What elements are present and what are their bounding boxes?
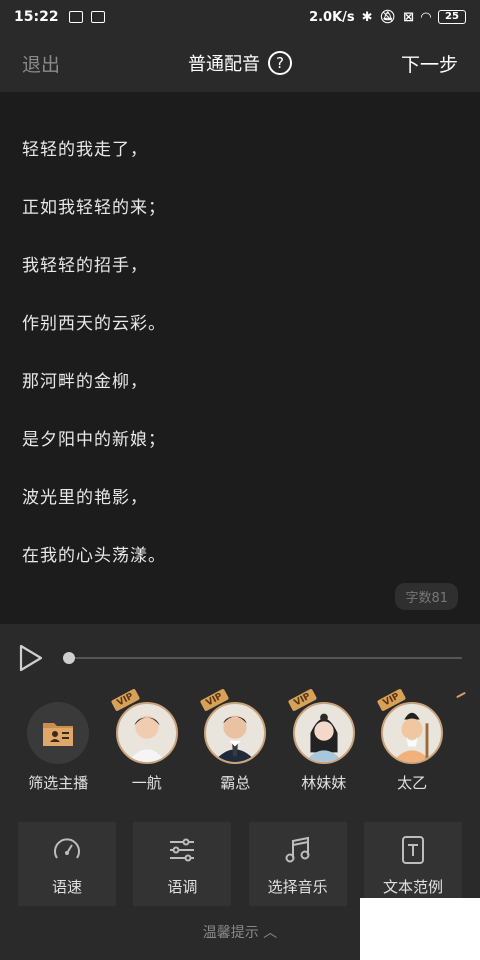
tool-bar: 语速 语调 选择音乐 文本范例	[18, 822, 462, 906]
top-nav: 退出 普通配音 ? 下一步	[0, 34, 480, 92]
progress-knob[interactable]	[63, 652, 75, 664]
status-time: 15:22	[14, 9, 59, 25]
voice-item-taiyi[interactable]: VIP 太乙	[368, 688, 456, 802]
voice-item-yihang[interactable]: VIP 一航	[102, 688, 190, 802]
folder-person-icon	[27, 702, 90, 764]
mute-icon: 🔕︎	[379, 9, 397, 25]
voice-name: 太乙	[397, 774, 428, 792]
sliders-icon	[170, 838, 195, 862]
tone-button[interactable]: 语调	[133, 822, 232, 906]
play-icon[interactable]	[18, 644, 44, 672]
text-line: 波光里的艳影，	[22, 488, 148, 508]
select-music-button[interactable]: 选择音乐	[248, 822, 347, 906]
word-count-badge: 字数81	[395, 583, 458, 610]
text-line: 那河畔的金柳，	[22, 372, 148, 392]
audio-player	[0, 624, 480, 692]
tool-label: 选择音乐	[267, 878, 328, 896]
wifi-icon: ◠	[421, 9, 431, 25]
text-line: 作别西天的云彩。	[22, 314, 166, 334]
text-line: 正如我轻轻的来；	[22, 198, 166, 218]
text-line: 轻轻的我走了，	[22, 140, 148, 160]
overlay-panel	[360, 898, 480, 960]
filter-anchor-label: 筛选主播	[28, 774, 89, 792]
speedometer-icon	[54, 838, 80, 859]
chevron-up-icon: ︿	[263, 925, 278, 941]
voice-name: 林妹妹	[301, 774, 347, 792]
next-step-button[interactable]: 下一步	[401, 50, 458, 77]
text-line: 在我的心头荡漾。	[22, 546, 166, 566]
avatar	[204, 702, 267, 764]
net-speed: 2.0K/s	[309, 9, 355, 25]
music-note-icon	[285, 836, 310, 863]
page-title: 普通配音	[188, 54, 260, 75]
status-bar: 15:22 2.0K/s ✱ 🔕︎ ⊠ ◠ 25	[0, 0, 480, 34]
text-document-icon	[401, 836, 424, 864]
tool-label: 文本范例	[382, 878, 443, 896]
avatar	[381, 702, 444, 764]
help-icon[interactable]: ?	[268, 51, 292, 75]
exit-button[interactable]: 退出	[22, 50, 60, 77]
voice-selector: 筛选主播 VIP 一航 VIP 霸总 VIP 林妹妹 VIP 太乙	[0, 688, 480, 802]
filter-anchor-button[interactable]: 筛选主播	[14, 692, 102, 802]
tips-label: 温馨提示	[202, 925, 259, 941]
notification-icon	[68, 11, 83, 23]
avatar	[115, 702, 178, 764]
progress-slider[interactable]	[63, 652, 462, 664]
tool-label: 语速	[51, 878, 82, 896]
voice-name: 一航	[131, 774, 162, 792]
sim-icon: ⊠	[403, 9, 414, 25]
vip-badge	[456, 691, 467, 699]
text-line: 是夕阳中的新娘；	[22, 430, 166, 450]
text-example-button[interactable]: 文本范例	[363, 822, 462, 906]
voice-item-bazong[interactable]: VIP 霸总	[191, 688, 279, 802]
script-text-area[interactable]: 轻轻的我走了， 正如我轻轻的来； 我轻轻的招手， 作别西天的云彩。 那河畔的金柳…	[0, 92, 480, 624]
tool-label: 语调	[167, 878, 198, 896]
voice-name: 霸总	[220, 774, 251, 792]
voice-item-linmeimei[interactable]: VIP 林妹妹	[279, 688, 367, 802]
text-line: 我轻轻的招手，	[22, 256, 148, 276]
voice-item-partial[interactable]	[456, 691, 480, 802]
avatar	[292, 702, 355, 764]
bluetooth-icon: ✱	[361, 9, 373, 25]
speed-button[interactable]: 语速	[18, 822, 116, 906]
battery-icon: 25	[438, 10, 466, 24]
notification-icon	[90, 11, 105, 23]
